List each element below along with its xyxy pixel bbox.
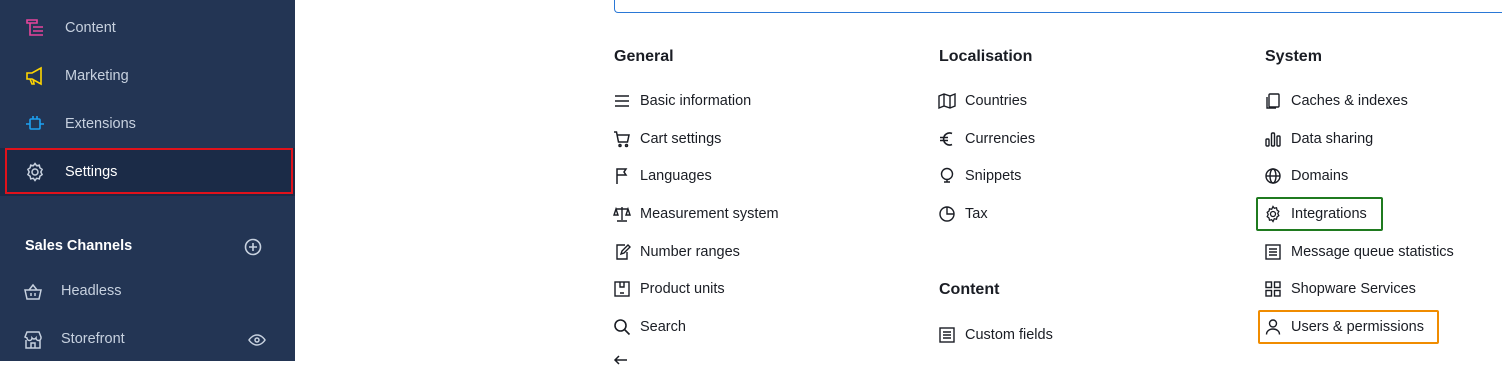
settings-item-custom-fields[interactable]: Custom fields — [937, 323, 1053, 347]
settings-item-message-queue-statistics[interactable]: Message queue statistics — [1263, 240, 1454, 264]
settings-item-currencies[interactable]: Currencies — [937, 127, 1035, 151]
eye-icon[interactable] — [246, 329, 268, 351]
box-icon — [612, 279, 632, 299]
settings-item-label: Basic information — [640, 93, 752, 109]
content-icon — [24, 17, 46, 39]
settings-item-data-sharing[interactable]: Data sharing — [1263, 127, 1373, 151]
list-icon — [612, 91, 632, 111]
copy-icon — [1263, 91, 1283, 111]
section-title-content: Content — [939, 281, 1000, 298]
bar-chart-icon — [1263, 129, 1283, 149]
pie-chart-icon — [937, 204, 957, 224]
settings-item-label: Search — [640, 319, 686, 335]
settings-item-next[interactable] — [612, 350, 640, 374]
storefront-icon — [22, 329, 44, 351]
settings-item-label: Message queue statistics — [1291, 244, 1454, 260]
settings-item-search[interactable]: Search — [612, 315, 686, 339]
sidebar-item-extensions[interactable]: Extensions — [0, 100, 295, 148]
integrations-highlight — [1256, 197, 1383, 231]
sidebar-item-label: Extensions — [65, 116, 136, 132]
settings-item-measurement-system[interactable]: Measurement system — [612, 202, 779, 226]
search-input[interactable] — [614, 0, 1502, 13]
sidebar-item-label: Content — [65, 20, 116, 36]
settings-item-caches-indexes[interactable]: Caches & indexes — [1263, 89, 1408, 113]
grid-icon — [1263, 279, 1283, 299]
section-title-localisation: Localisation — [939, 48, 1033, 65]
settings-item-shopware-services[interactable]: Shopware Services — [1263, 277, 1416, 301]
plug-icon — [24, 113, 46, 135]
settings-item-label: Domains — [1291, 168, 1349, 184]
settings-item-label: Currencies — [965, 131, 1036, 147]
search-icon — [612, 317, 632, 337]
settings-item-label: Cart settings — [640, 131, 722, 147]
flag-icon — [612, 166, 632, 186]
settings-item-domains[interactable]: Domains — [1263, 164, 1348, 188]
sidebar-item-label: Marketing — [65, 68, 129, 84]
sidebar-item-marketing[interactable]: Marketing — [0, 52, 295, 100]
settings-item-countries[interactable]: Countries — [937, 89, 1027, 113]
sales-channel-label: Headless — [61, 283, 122, 299]
euro-icon — [937, 129, 957, 149]
settings-item-number-ranges[interactable]: Number ranges — [612, 240, 740, 264]
settings-item-label: Shopware Services — [1291, 281, 1416, 297]
settings-item-tax[interactable]: Tax — [937, 202, 988, 226]
sidebar-item-label: Settings — [65, 164, 118, 180]
edit-document-icon — [612, 242, 632, 262]
settings-item-label: Countries — [965, 93, 1028, 109]
settings-item-label: Tax — [965, 206, 988, 222]
settings-item-label: Measurement system — [640, 206, 779, 222]
settings-item-label: Product units — [640, 281, 725, 297]
settings-item-label: Data sharing — [1291, 131, 1374, 147]
settings-item-label: Languages — [640, 168, 712, 184]
scale-icon — [612, 204, 632, 224]
settings-item-languages[interactable]: Languages — [612, 164, 712, 188]
section-title-general: General — [614, 48, 674, 65]
sidebar-item-content[interactable]: Content — [0, 4, 295, 52]
settings-item-label: Snippets — [965, 168, 1022, 184]
settings-item-label: Caches & indexes — [1291, 93, 1408, 109]
sales-channel-label: Storefront — [61, 331, 125, 347]
document-list-icon — [937, 325, 957, 345]
settings-item-product-units[interactable]: Product units — [612, 277, 725, 301]
gear-icon — [24, 161, 46, 183]
arrow-icon — [612, 352, 632, 372]
document-list-icon — [1263, 242, 1283, 262]
sales-channel-storefront[interactable]: Storefront — [0, 323, 295, 359]
users-permissions-highlight — [1258, 310, 1439, 344]
megaphone-icon — [24, 65, 46, 87]
basket-icon — [22, 281, 44, 303]
settings-item-label: Number ranges — [640, 244, 740, 260]
sales-channel-headless[interactable]: Headless — [0, 275, 295, 311]
cart-icon — [612, 129, 632, 149]
settings-item-label: Custom fields — [965, 327, 1053, 343]
map-icon — [937, 91, 957, 111]
sales-channels-title: Sales Channels — [25, 238, 133, 254]
settings-item-snippets[interactable]: Snippets — [937, 164, 1021, 188]
globe-icon — [1263, 166, 1283, 186]
settings-item-basic-information[interactable]: Basic information — [612, 89, 751, 113]
settings-item-cart-settings[interactable]: Cart settings — [612, 127, 721, 151]
sidebar: Content Marketing Extensions Settings Sa… — [0, 0, 295, 361]
globe-stand-icon — [937, 166, 957, 186]
sidebar-item-settings[interactable]: Settings — [0, 148, 295, 196]
add-sales-channel-icon[interactable] — [243, 237, 263, 257]
section-title-system: System — [1265, 48, 1322, 65]
